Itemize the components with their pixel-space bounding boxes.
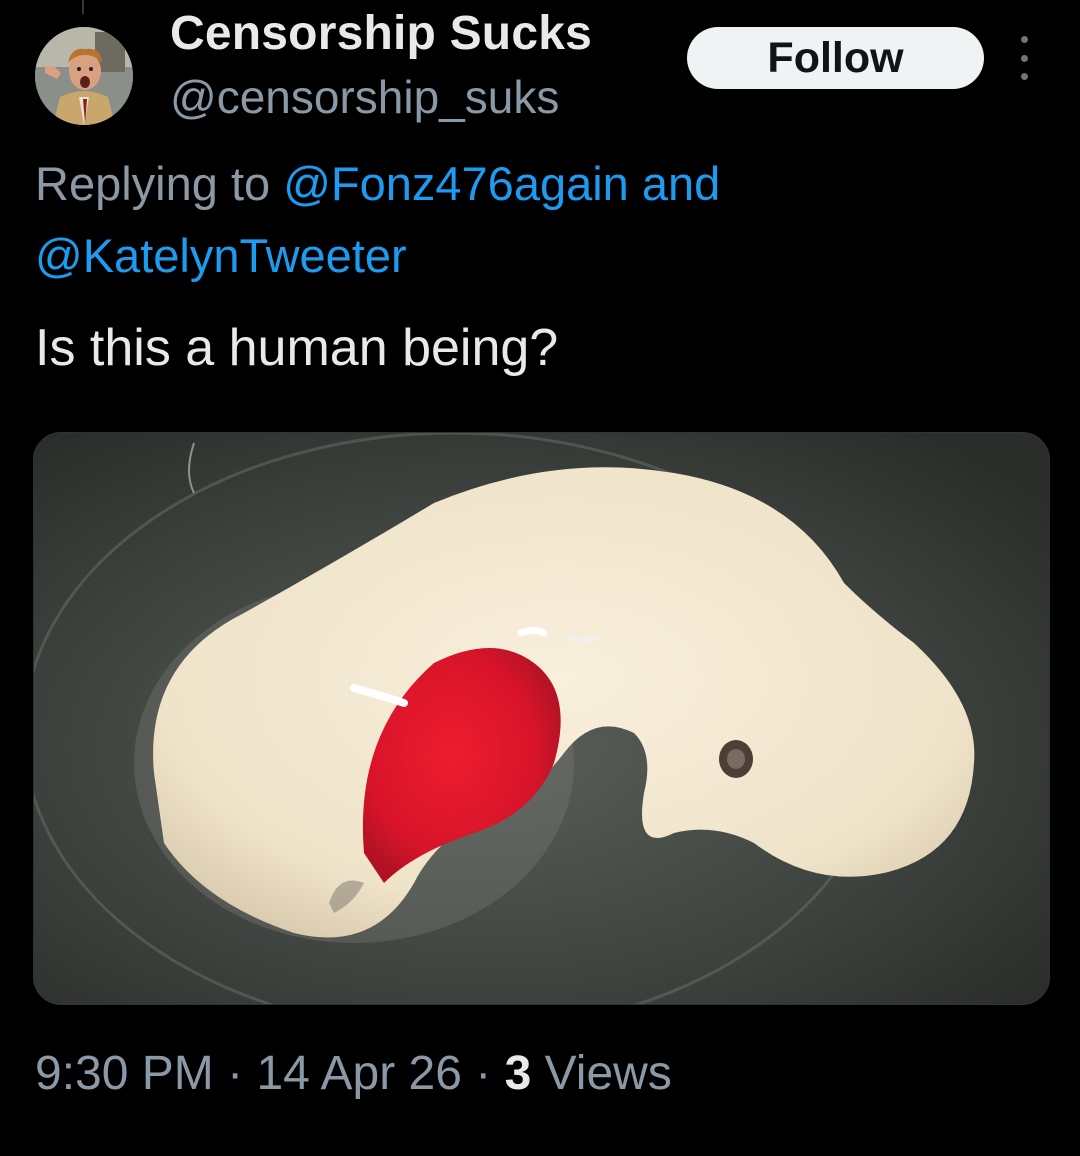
avatar-image: [35, 27, 133, 125]
replying-to-line: Replying to @Fonz476again and: [35, 156, 720, 211]
tweet-meta: 9:30 PM · 14 Apr 26 · 3 Views: [35, 1046, 672, 1101]
tweet-date[interactable]: 14 Apr 26: [256, 1047, 462, 1100]
replying-to-label: Replying to: [35, 157, 271, 210]
tweet-text: Is this a human being?: [35, 319, 559, 377]
replying-to-line-2: @KatelynTweeter: [35, 228, 407, 283]
tweet-media-image[interactable]: [33, 432, 1050, 1005]
replying-to-connector: and: [641, 157, 721, 210]
author-handle[interactable]: @censorship_suks: [170, 70, 559, 124]
tweet-time[interactable]: 9:30 PM: [35, 1047, 214, 1100]
thread-connector-line: [82, 0, 84, 14]
mention-link-fonz476again[interactable]: @Fonz476again: [283, 157, 629, 210]
views-label[interactable]: Views: [545, 1047, 672, 1100]
views-count[interactable]: 3: [505, 1047, 532, 1100]
author-avatar[interactable]: [35, 27, 133, 125]
more-vertical-icon[interactable]: [1014, 36, 1034, 80]
author-display-name[interactable]: Censorship Sucks: [170, 6, 592, 61]
meta-separator: ·: [227, 1047, 244, 1100]
follow-button[interactable]: Follow: [687, 27, 984, 89]
mention-link-katelyntweeter[interactable]: @KatelynTweeter: [35, 229, 407, 282]
meta-separator: ·: [475, 1047, 492, 1100]
